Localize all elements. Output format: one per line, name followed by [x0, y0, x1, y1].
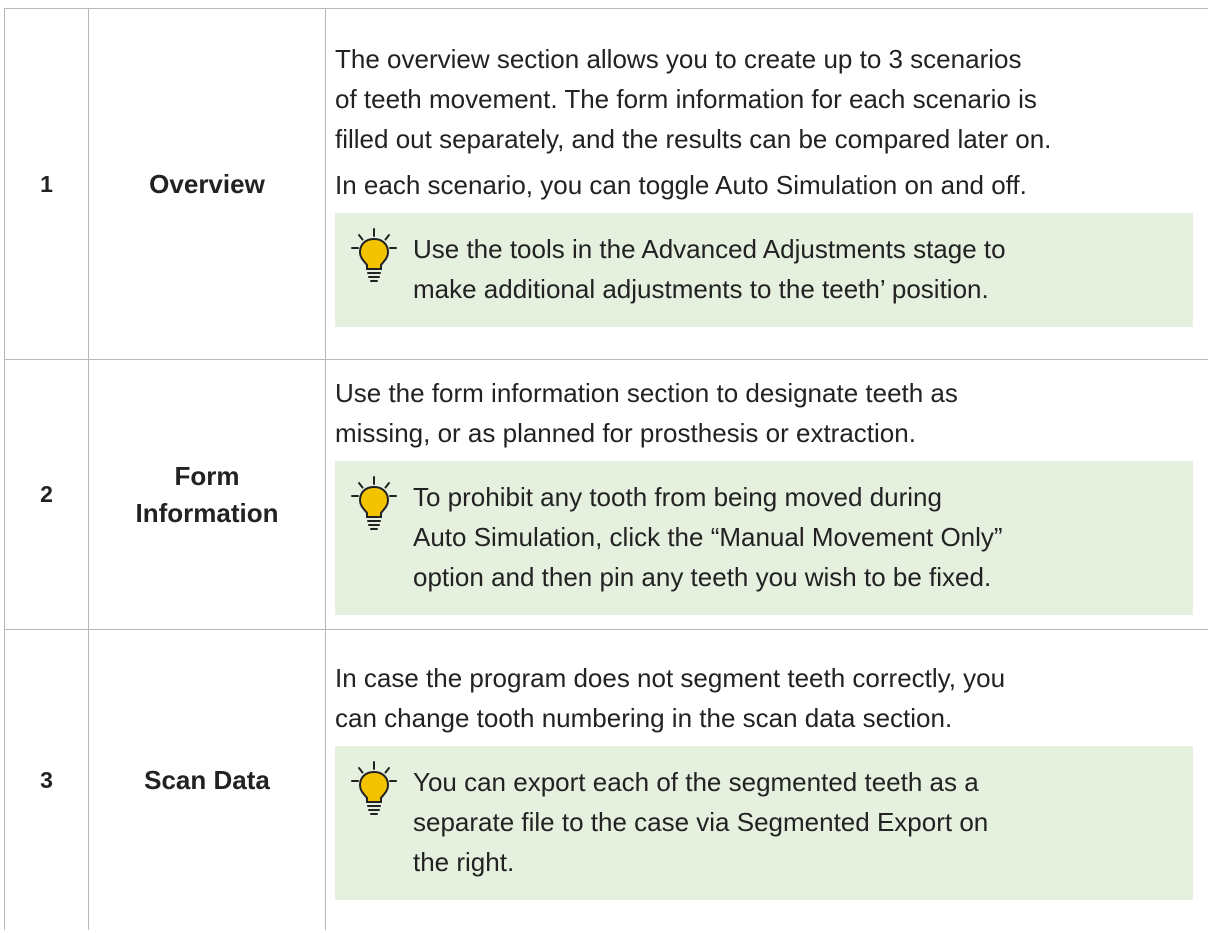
step-description: In case the program does not segment tee…	[325, 629, 1208, 930]
tip-box: To prohibit any tooth from being moved d…	[335, 460, 1193, 615]
description-paragraph: The overview section allows you to creat…	[335, 44, 1052, 154]
step-number: 1	[4, 8, 89, 360]
tip-text: Use the tools in the Advanced Adjustment…	[413, 234, 1006, 304]
tip-text: To prohibit any tooth from being moved d…	[413, 481, 1003, 592]
table-row: 2 Form Information Use the form informat…	[4, 359, 1208, 630]
steps-table: 1 Overview The overview section allows y…	[4, 8, 1208, 930]
step-name: Overview	[88, 8, 326, 360]
tip-box: You can export each of the segmented tee…	[335, 746, 1193, 900]
step-name: Scan Data	[88, 629, 326, 930]
step-number: 2	[4, 359, 89, 630]
description-paragraph: In each scenario, you can toggle Auto Si…	[335, 170, 1027, 200]
description-paragraph: In case the program does not segment tee…	[335, 663, 1006, 733]
description-paragraph: Use the form information section to desi…	[335, 377, 958, 448]
step-name-text: Form Information	[135, 460, 279, 528]
lightbulb-icon	[351, 228, 397, 282]
tip-box: Use the tools in the Advanced Adjustment…	[335, 213, 1193, 327]
lightbulb-icon	[351, 761, 397, 815]
step-description: Use the form information section to desi…	[325, 359, 1208, 630]
tip-text: You can export each of the segmented tee…	[413, 767, 989, 877]
table-row: 1 Overview The overview section allows y…	[4, 8, 1208, 360]
step-number: 3	[4, 629, 89, 930]
lightbulb-icon	[351, 475, 397, 530]
step-name: Form Information	[88, 359, 326, 630]
step-description: The overview section allows you to creat…	[325, 8, 1208, 360]
table-row: 3 Scan Data In case the program does not…	[4, 629, 1208, 930]
